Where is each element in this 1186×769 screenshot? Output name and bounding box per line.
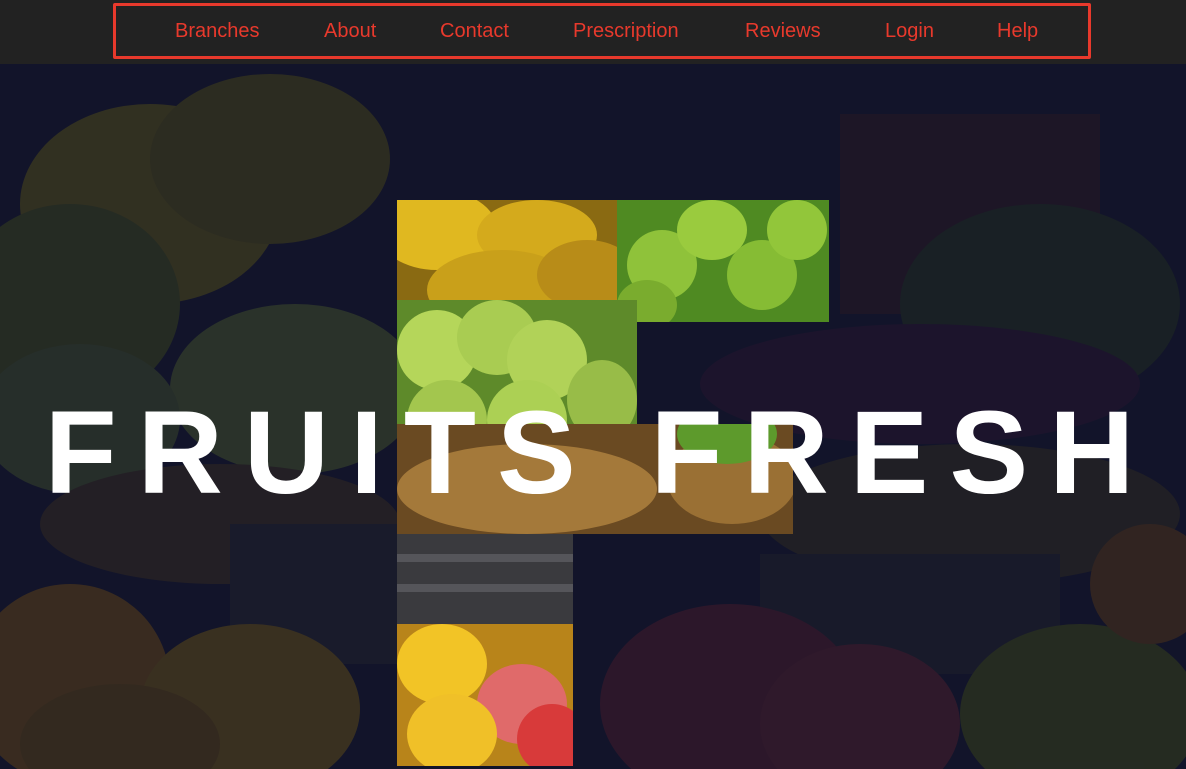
nav-link-reviews[interactable]: Reviews bbox=[745, 19, 821, 43]
main-nav: Branches About Contact Prescription Revi… bbox=[113, 3, 1091, 59]
oranges-image bbox=[397, 624, 573, 766]
nav-link-login[interactable]: Login bbox=[885, 19, 934, 43]
crate-image bbox=[397, 534, 573, 624]
nav-link-prescription[interactable]: Prescription bbox=[573, 19, 679, 43]
top-navbar: Branches About Contact Prescription Revi… bbox=[0, 0, 1186, 64]
nav-link-branches[interactable]: Branches bbox=[175, 19, 260, 43]
guavas-image bbox=[617, 200, 829, 322]
nav-link-help[interactable]: Help bbox=[997, 19, 1038, 43]
nav-link-about[interactable]: About bbox=[324, 19, 376, 43]
nav-link-contact[interactable]: Contact bbox=[440, 19, 509, 43]
hero-title: FRUITS FRESH bbox=[44, 387, 1156, 519]
hero-section: FRUITS FRESH bbox=[0, 64, 1186, 769]
